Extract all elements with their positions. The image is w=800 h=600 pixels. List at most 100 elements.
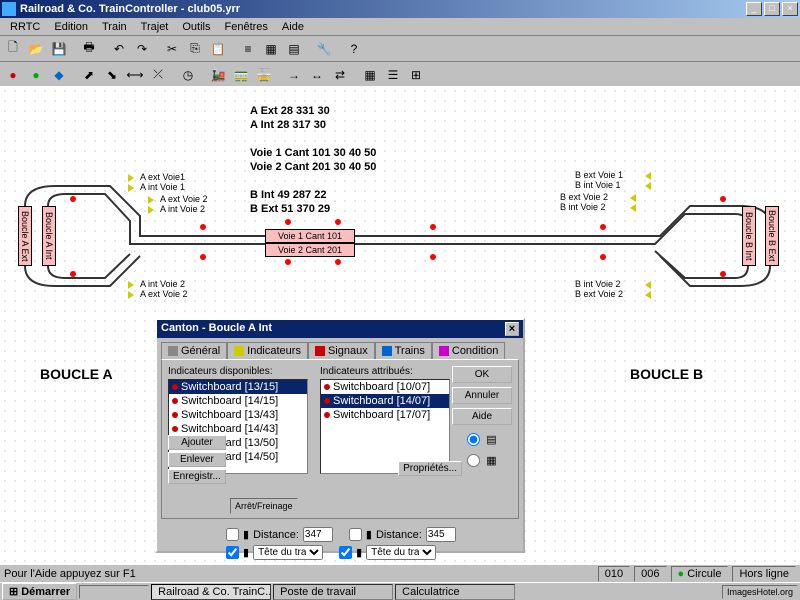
tool3-icon[interactable]: ▤ <box>283 38 305 60</box>
route2-icon[interactable]: ↔ <box>306 64 328 86</box>
loco3-icon[interactable]: 🚋 <box>253 64 275 86</box>
tab-indicateurs[interactable]: Indicateurs <box>227 342 308 360</box>
signal-icon[interactable] <box>645 182 651 190</box>
loco1-icon[interactable]: 🚂 <box>207 64 229 86</box>
menu-fenetres[interactable]: Fenêtres <box>219 19 274 35</box>
signal-blue-icon[interactable]: ◆ <box>48 64 70 86</box>
indicator-dot[interactable] <box>70 196 76 202</box>
block-voie1[interactable]: Voie 1 Cant 101 <box>265 229 355 243</box>
indicator-dot[interactable] <box>200 224 206 230</box>
quicklaunch[interactable] <box>79 585 149 599</box>
open-icon[interactable]: 📂 <box>25 38 47 60</box>
cut-icon[interactable]: ✂ <box>161 38 183 60</box>
indicator-dot[interactable] <box>430 224 436 230</box>
save-icon[interactable]: 💾 <box>48 38 70 60</box>
cancel-button[interactable]: Annuler <box>452 387 512 404</box>
signal-icon[interactable] <box>128 184 134 192</box>
signal-red-icon[interactable]: ● <box>2 64 24 86</box>
block-voie2[interactable]: Voie 2 Cant 201 <box>265 243 355 257</box>
tab-condition[interactable]: Condition <box>432 342 505 359</box>
menu-train[interactable]: Train <box>96 19 133 35</box>
block-boucle-b-int[interactable]: Boucle B Int <box>742 206 756 266</box>
menu-trajet[interactable]: Trajet <box>135 19 175 35</box>
grid3-icon[interactable]: ⊞ <box>405 64 427 86</box>
task-calc[interactable]: Calculatrice <box>395 584 515 600</box>
new-icon[interactable]: 🗋 <box>2 38 24 60</box>
list-item[interactable]: Switchboard [10/07] <box>321 380 449 394</box>
menu-edition[interactable]: Edition <box>48 19 94 35</box>
switch2-icon[interactable]: ⬊ <box>101 64 123 86</box>
tab-signaux[interactable]: Signaux <box>308 342 375 359</box>
signal-green-icon[interactable]: ● <box>25 64 47 86</box>
indicator-dot[interactable] <box>600 254 606 260</box>
list-item[interactable]: Switchboard [14/43] <box>169 422 307 436</box>
start-button[interactable]: ⊞Démarrer <box>2 583 77 600</box>
signal-icon[interactable] <box>128 174 134 182</box>
print-icon[interactable]: 🖶 <box>78 38 100 60</box>
checkbox-brake[interactable] <box>349 528 362 541</box>
grid2-icon[interactable]: ☰ <box>382 64 404 86</box>
minimize-button[interactable]: _ <box>746 2 762 16</box>
radio-option-1[interactable] <box>467 433 480 446</box>
menu-rrtc[interactable]: RRTC <box>4 19 46 35</box>
checkbox-stop[interactable] <box>226 528 239 541</box>
redo-icon[interactable]: ↷ <box>131 38 153 60</box>
signal-icon[interactable] <box>128 291 134 299</box>
list-item[interactable]: Switchboard [13/43] <box>169 408 307 422</box>
distance-input-2[interactable] <box>426 527 456 542</box>
signal-icon[interactable] <box>148 196 154 204</box>
radio-option-2[interactable] <box>467 454 480 467</box>
list-item[interactable]: Switchboard [17/07] <box>321 408 449 422</box>
help-button[interactable]: Aide <box>452 408 512 425</box>
signal-icon[interactable] <box>630 194 636 202</box>
remove-button[interactable]: Enlever <box>168 452 226 467</box>
signal-icon[interactable] <box>148 206 154 214</box>
help-icon[interactable]: ? <box>343 38 365 60</box>
indicator-dot[interactable] <box>430 254 436 260</box>
switch3-icon[interactable]: ⟷ <box>124 64 146 86</box>
task-poste[interactable]: Poste de travail <box>273 584 393 600</box>
indicator-dot[interactable] <box>720 271 726 277</box>
switch4-icon[interactable]: ⤫ <box>147 64 169 86</box>
route1-icon[interactable]: → <box>283 64 305 86</box>
tab-trains[interactable]: Trains <box>375 342 432 359</box>
checkbox-head-2[interactable] <box>339 546 352 559</box>
grid1-icon[interactable]: ▦ <box>359 64 381 86</box>
loco2-icon[interactable]: 🚃 <box>230 64 252 86</box>
tool1-icon[interactable]: ≡ <box>237 38 259 60</box>
add-button[interactable]: Ajouter <box>168 435 226 450</box>
indicator-dot[interactable] <box>70 271 76 277</box>
signal-icon[interactable] <box>128 281 134 289</box>
close-button[interactable]: × <box>782 2 798 16</box>
list-item[interactable]: Switchboard [13/15] <box>169 380 307 394</box>
head-select-1[interactable]: Tête du train <box>253 545 323 560</box>
block-boucle-b-ext[interactable]: Boucle B Ext <box>765 206 779 266</box>
task-railroad[interactable]: Railroad & Co. TrainC... <box>151 584 271 600</box>
indicator-dot[interactable] <box>335 219 341 225</box>
signal-icon[interactable] <box>645 291 651 299</box>
signal-icon[interactable] <box>645 281 651 289</box>
indicator-dot[interactable] <box>720 196 726 202</box>
tool2-icon[interactable]: ▦ <box>260 38 282 60</box>
menu-aide[interactable]: Aide <box>276 19 310 35</box>
route3-icon[interactable]: ⇄ <box>329 64 351 86</box>
checkbox-head-1[interactable] <box>226 546 239 559</box>
head-select-2[interactable]: Tête du train <box>366 545 436 560</box>
indicator-dot[interactable] <box>335 259 341 265</box>
save-button[interactable]: Enregistr... <box>168 469 226 484</box>
assigned-listbox[interactable]: Switchboard [10/07] Switchboard [14/07] … <box>320 379 450 474</box>
block-boucle-a-ext[interactable]: Boucle A Ext <box>18 206 32 266</box>
list-item[interactable]: Switchboard [14/15] <box>169 394 307 408</box>
indicator-dot[interactable] <box>285 259 291 265</box>
indicator-dot[interactable] <box>285 219 291 225</box>
tab-general[interactable]: Général <box>161 342 227 359</box>
distance-input-1[interactable] <box>303 527 333 542</box>
maximize-button[interactable]: □ <box>764 2 780 16</box>
indicator-dot[interactable] <box>600 224 606 230</box>
wrench-icon[interactable]: 🔧 <box>313 38 335 60</box>
ok-button[interactable]: OK <box>452 366 512 383</box>
indicator-dot[interactable] <box>200 254 206 260</box>
signal-icon[interactable] <box>645 172 651 180</box>
properties-button[interactable]: Propriétés... <box>398 461 462 476</box>
undo-icon[interactable]: ↶ <box>108 38 130 60</box>
